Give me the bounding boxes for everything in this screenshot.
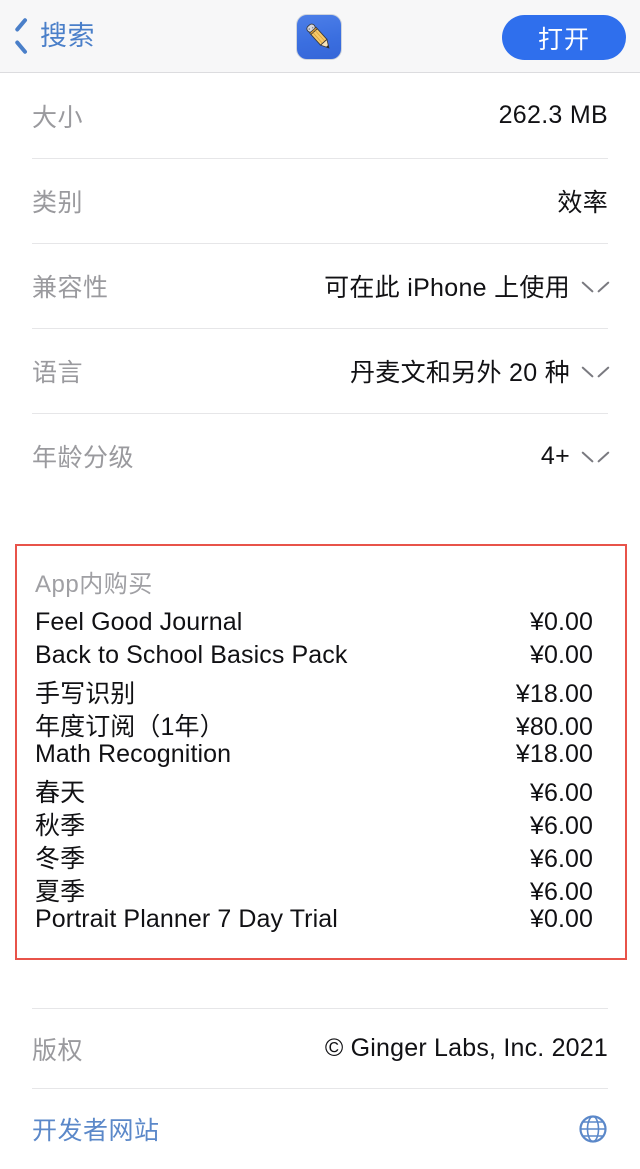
info-value-wrap-age-rating: 4+: [541, 442, 608, 471]
iap-name: Portrait Planner 7 Day Trial: [35, 905, 338, 933]
info-value-wrap-languages: 丹麦文和另外 20 种: [350, 353, 608, 389]
navigation-bar: 搜索 打开: [0, 0, 640, 73]
iap-name: Back to School Basics Pack: [35, 641, 348, 669]
in-app-purchases-highlight-box: App内购买 Feel Good Journal ¥0.00 Back to S…: [15, 544, 627, 960]
list-item: Portrait Planner 7 Day Trial ¥0.00: [35, 905, 607, 938]
open-app-button[interactable]: 打开: [502, 15, 626, 60]
info-row-age-rating[interactable]: 年龄分级 4+: [32, 413, 608, 498]
info-row-compatibility[interactable]: 兼容性 可在此 iPhone 上使用: [32, 243, 608, 328]
developer-website-row[interactable]: 开发者网站: [32, 1088, 608, 1168]
iap-price: ¥6.00: [529, 812, 593, 840]
globe-icon[interactable]: [578, 1114, 608, 1144]
info-row-languages[interactable]: 语言 丹麦文和另外 20 种: [32, 328, 608, 413]
iap-name: 秋季: [35, 812, 86, 840]
iap-price: ¥18.00: [515, 680, 593, 708]
back-button-label: 搜索: [40, 20, 95, 51]
iap-name: 春天: [35, 779, 86, 807]
info-label-size: 大小: [32, 103, 84, 132]
list-item: 手写识别 ¥18.00: [35, 674, 607, 708]
info-label-age-rating: 年龄分级: [32, 444, 135, 472]
info-value-size: 262.3 MB: [498, 101, 608, 129]
list-item: 夏季 ¥6.00: [35, 872, 607, 906]
info-value-wrap-compatibility: 可在此 iPhone 上使用: [324, 268, 608, 304]
iap-name: 冬季: [35, 845, 86, 873]
app-info-list: 大小 262.3 MB 类别 效率 兼容性 可在此 iPhone 上使用 语言 …: [0, 73, 640, 498]
list-item: 春天 ¥6.00: [35, 773, 607, 807]
iap-name: Feel Good Journal: [35, 608, 243, 636]
iap-price: ¥6.00: [529, 779, 593, 807]
app-store-info-screen: 搜索 打开 大小 262.3 MB 类别 效率 兼容性 可在此 iPhone 上…: [0, 0, 640, 1169]
in-app-purchases-title: App内购买: [35, 571, 153, 598]
info-row-size: 大小 262.3 MB: [32, 73, 608, 158]
iap-name: Math Recognition: [35, 740, 232, 768]
list-item: 年度订阅（1年） ¥80.00: [35, 707, 607, 741]
chevron-down-icon-compatibility[interactable]: [583, 279, 608, 293]
iap-price: ¥80.00: [515, 713, 593, 741]
iap-price: ¥0.00: [529, 641, 593, 669]
info-row-category: 类别 效率: [32, 158, 608, 243]
info-label-copyright: 版权: [32, 1036, 84, 1065]
list-item: Back to School Basics Pack ¥0.00: [35, 641, 607, 674]
info-value-age-rating: 4+: [540, 441, 570, 470]
iap-price: ¥6.00: [529, 845, 593, 873]
iap-name: 夏季: [35, 878, 86, 906]
back-to-search-button[interactable]: 搜索: [0, 22, 95, 50]
chevron-left-icon: [14, 22, 31, 50]
in-app-purchases-section: App内购买 Feel Good Journal ¥0.00 Back to S…: [17, 546, 625, 938]
iap-price: ¥0.00: [529, 608, 593, 636]
list-item: Feel Good Journal ¥0.00: [35, 608, 607, 641]
chevron-down-icon-age-rating[interactable]: [583, 449, 608, 463]
info-value-copyright: © Ginger Labs, Inc. 2021: [324, 1034, 608, 1062]
info-label-compatibility: 兼容性: [32, 274, 109, 302]
developer-website-link[interactable]: 开发者网站: [32, 1111, 160, 1147]
info-value-languages: 丹麦文和另外 20 种: [350, 359, 570, 387]
info-label-languages: 语言: [32, 359, 84, 387]
iap-name: 手写识别: [35, 680, 136, 708]
info-row-copyright: 版权 © Ginger Labs, Inc. 2021: [32, 1008, 608, 1088]
info-value-wrap-size: 262.3 MB: [499, 101, 608, 130]
list-item: Math Recognition ¥18.00: [35, 740, 607, 773]
iap-name: 年度订阅（1年）: [35, 713, 225, 741]
list-item: 秋季 ¥6.00: [35, 806, 607, 840]
iap-price: ¥0.00: [529, 905, 593, 933]
iap-price: ¥6.00: [529, 878, 593, 906]
chevron-down-icon-languages[interactable]: [583, 364, 608, 378]
info-value-wrap-category: 效率: [557, 183, 608, 219]
info-label-category: 类别: [32, 189, 84, 217]
footer-section: 版权 © Ginger Labs, Inc. 2021 开发者网站: [0, 1008, 640, 1168]
info-value-compatibility: 可在此 iPhone 上使用: [324, 274, 570, 302]
iap-price: ¥18.00: [515, 740, 593, 768]
info-value-category: 效率: [557, 189, 608, 217]
list-item: 冬季 ¥6.00: [35, 839, 607, 873]
notability-pencil-app-icon[interactable]: [296, 14, 342, 60]
